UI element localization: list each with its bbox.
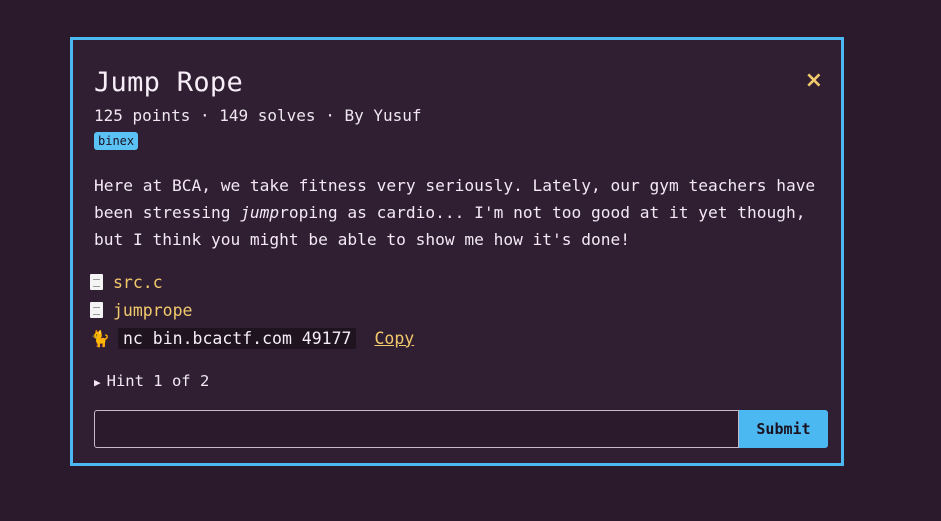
attachments-list: src.c jumprope 🐈 nc bin.bcactf.com 49177… [90, 268, 414, 352]
triangle-right-icon: ▶ [94, 376, 101, 389]
challenge-title: Jump Rope [94, 67, 243, 98]
challenge-description: Here at BCA, we take fitness very seriou… [94, 172, 834, 253]
close-icon[interactable]: × [805, 68, 823, 93]
description-emphasis: jump [240, 203, 280, 222]
submit-button[interactable]: Submit [739, 410, 828, 448]
copy-button[interactable]: Copy [374, 329, 414, 348]
challenge-modal: Jump Rope × 125 points · 149 solves · By… [70, 37, 844, 466]
file-item: jumprope [90, 296, 414, 324]
flag-form: Submit [94, 410, 828, 448]
challenge-meta: 125 points · 149 solves · By Yusuf [94, 106, 422, 125]
flag-input[interactable] [94, 410, 739, 448]
hint-toggle[interactable]: ▶ Hint 1 of 2 [94, 372, 209, 390]
document-icon [90, 274, 103, 290]
file-item: src.c [90, 268, 414, 296]
netcat-command: nc bin.bcactf.com 49177 [118, 327, 357, 349]
hint-label: Hint 1 of 2 [106, 372, 210, 390]
file-link-jumprope[interactable]: jumprope [113, 301, 192, 320]
category-badge: binex [94, 132, 139, 150]
file-link-src-c[interactable]: src.c [113, 273, 163, 292]
cat-icon: 🐈 [90, 328, 110, 348]
connection-row: 🐈 nc bin.bcactf.com 49177 Copy [90, 324, 414, 352]
document-icon [90, 302, 103, 318]
